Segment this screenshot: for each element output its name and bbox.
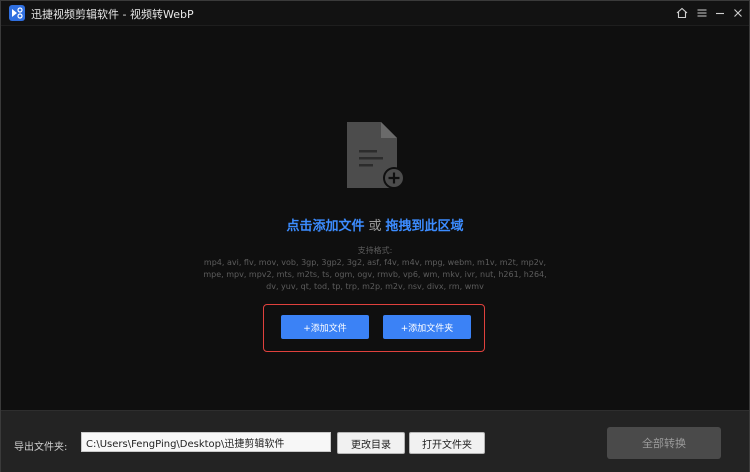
minimize-icon	[716, 12, 724, 15]
close-icon	[734, 9, 742, 17]
export-path-input[interactable]	[81, 432, 331, 452]
title-bar[interactable]: 迅捷视频剪辑软件 - 视频转WebP	[1, 1, 749, 26]
home-icon	[676, 7, 688, 19]
document-add-icon[interactable]	[345, 120, 409, 192]
add-file-link[interactable]: 点击添加文件	[286, 219, 364, 234]
formats-line: mpe, mpv, mpv2, mts, m2ts, ts, ogm, ogv,…	[203, 270, 547, 279]
drop-instructions: 点击添加文件或拖拽到此区域	[1, 215, 749, 234]
open-folder-button[interactable]: 打开文件夹	[409, 432, 485, 454]
formats-line: dv, yuv, qt, tod, tp, trp, m2p, m2v, nsv…	[266, 282, 484, 291]
bottom-bar: 导出文件夹: 更改目录 打开文件夹 全部转换	[1, 410, 749, 472]
menu-icon	[697, 9, 707, 17]
supported-formats-list: mp4, avi, flv, mov, vob, 3gp, 3gp2, 3g2,…	[163, 257, 587, 293]
home-button[interactable]	[673, 4, 691, 22]
app-logo-icon	[9, 5, 25, 21]
or-text: 或	[368, 219, 382, 234]
export-folder-label: 导出文件夹:	[14, 442, 68, 453]
app-window: 迅捷视频剪辑软件 - 视频转WebP 点击添加文件 或 拖拽到此区域 支持格式:…	[0, 0, 750, 472]
close-button[interactable]	[729, 4, 747, 22]
change-directory-button[interactable]: 更改目录	[337, 432, 405, 454]
drag-area-text: 拖拽到此区域	[385, 219, 464, 234]
menu-button[interactable]	[693, 4, 711, 22]
convert-all-button[interactable]: 全部转换	[607, 427, 721, 459]
minimize-button[interactable]	[711, 4, 729, 22]
window-title: 迅捷视频剪辑软件 - 视频转WebP	[31, 8, 194, 21]
add-file-button[interactable]: +添加文件	[281, 315, 369, 339]
formats-line: mp4, avi, flv, mov, vob, 3gp, 3gp2, 3g2,…	[203, 258, 547, 267]
add-folder-button[interactable]: +添加文件夹	[383, 315, 471, 339]
file-drop-zone[interactable]: 点击添加文件或拖拽到此区域 支持格式: mp4, avi, flv, mov, …	[1, 26, 749, 410]
add-buttons-highlight: +添加文件 +添加文件夹	[263, 304, 485, 352]
supported-formats-title: 支持格式:	[357, 246, 393, 255]
